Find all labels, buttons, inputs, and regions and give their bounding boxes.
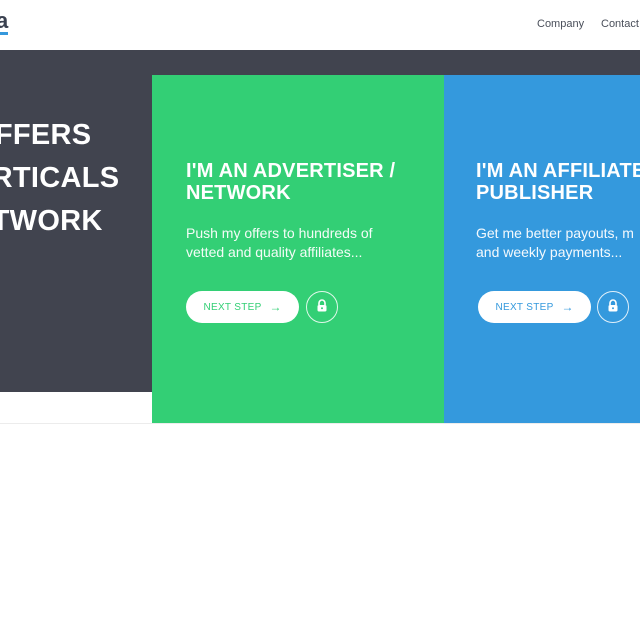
next-step-label: NEXT STEP [203,301,262,313]
advertiser-card-title: I'M AN ADVERTISER / NETWORK [186,160,396,204]
arrow-right-icon: → [269,300,282,314]
hero-headline: OFFERS ERTICALS ETWORK [0,114,132,243]
advertiser-next-step-button[interactable]: NEXT STEP → [186,291,299,323]
affiliate-next-step-button[interactable]: NEXT STEP → [478,291,591,323]
page: a Company Contact OFFERS ERTICALS ETWORK… [0,0,640,640]
next-step-label: NEXT STEP [495,301,554,313]
advertiser-lock-button[interactable] [306,291,338,323]
hero-line-3: ETWORK [0,205,103,237]
affiliate-card-description: Get me better payouts, m and weekly paym… [476,225,634,260]
lock-icon [607,299,619,315]
arrow-right-icon: → [561,300,574,314]
hero-line-1: OFFERS [0,119,92,151]
nav-link-contact[interactable]: Contact [601,18,639,30]
advertiser-card-description: Push my offers to hundreds of vetted and… [186,225,373,260]
section-divider [0,423,640,424]
nav-link-company[interactable]: Company [537,18,584,30]
hero-line-2: ERTICALS [0,162,120,194]
affiliate-card: I'M AN AFFILIATE PUBLISHER Get me better… [444,75,640,424]
affiliate-lock-button[interactable] [597,291,629,323]
affiliate-card-title: I'M AN AFFILIATE PUBLISHER [476,160,640,204]
site-header: a Company Contact [0,0,640,50]
advertiser-card: I'M AN ADVERTISER / NETWORK Push my offe… [152,75,444,424]
lock-icon [316,299,328,315]
main-nav: Company Contact [0,18,640,34]
